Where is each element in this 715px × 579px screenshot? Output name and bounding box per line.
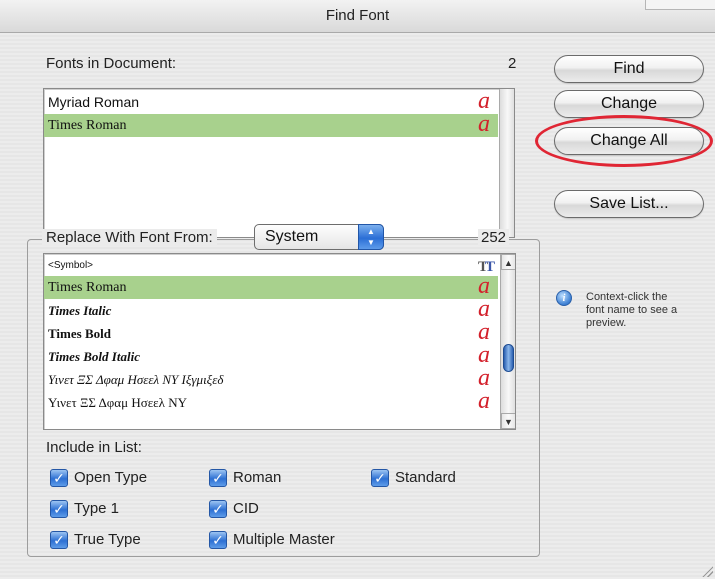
replace-font-list[interactable]: <Symbol> TT Times Roman a Times Italic a… <box>43 253 516 430</box>
font-name: <Symbol> <box>48 260 94 271</box>
replace-with-label: Replace With Font From: <box>42 229 217 246</box>
fonts-in-document-scrollbar[interactable] <box>499 89 514 237</box>
list-item[interactable]: Υινετ ΞΣ Δφαμ Ησεελ ΝΥ a <box>44 388 498 414</box>
window-title: Find Font <box>325 7 390 24</box>
save-list-button[interactable]: Save List... <box>554 190 704 218</box>
font-source-value: System <box>265 228 319 245</box>
find-button[interactable]: Find <box>554 55 704 83</box>
tip-line: font name to see a <box>586 304 678 316</box>
context-click-tip: Context-click the font name to see a pre… <box>586 291 711 330</box>
info-icon: i <box>556 290 572 306</box>
open-type-checkbox[interactable]: ✓ Open Type <box>50 468 147 488</box>
checkmark-icon: ✓ <box>50 469 68 487</box>
popup-arrows-icon: ▲ ▼ <box>358 224 384 250</box>
titlebar-corner <box>645 0 715 10</box>
change-button[interactable]: Change <box>554 90 704 118</box>
cid-label: CID <box>233 500 259 517</box>
replace-font-count: 252 <box>478 229 510 246</box>
scroll-down-arrow-icon[interactable]: ▼ <box>501 413 515 429</box>
include-in-list-label: Include in List: <box>46 439 142 456</box>
font-name: Times Roman <box>48 118 127 133</box>
list-item[interactable]: <Symbol> TT <box>44 256 498 276</box>
resize-grip-icon[interactable] <box>701 565 713 577</box>
type1-checkbox[interactable]: ✓ Type 1 <box>50 499 119 519</box>
list-item[interactable]: Υινετ ΞΣ Δφαμ Ησεελ ΝΥ Ιξγμιξεδ a <box>44 365 498 391</box>
font-source-popup[interactable]: System ▲ ▼ <box>254 224 384 250</box>
checkmark-icon: ✓ <box>371 469 389 487</box>
checkmark-icon: ✓ <box>50 531 68 549</box>
fonts-in-document-count: 2 <box>508 55 517 72</box>
multiple-master-label: Multiple Master <box>233 531 335 548</box>
scroll-up-arrow-icon[interactable]: ▲ <box>501 254 515 270</box>
list-item-selected[interactable]: Times Roman a <box>44 111 498 137</box>
list-item-selected[interactable]: Times Roman a <box>44 273 498 299</box>
multiple-master-checkbox[interactable]: ✓ Multiple Master <box>209 530 335 550</box>
replace-font-scrollbar[interactable]: ▲ ▼ <box>500 254 515 429</box>
font-name: Myriad Roman <box>48 94 140 110</box>
font-name: Times Italic <box>48 303 112 318</box>
list-item[interactable]: Myriad Roman a <box>44 89 498 114</box>
font-name: Υινετ ΞΣ Δφαμ Ησεελ ΝΥ <box>48 395 187 410</box>
standard-checkbox[interactable]: ✓ Standard <box>371 468 456 488</box>
font-type-icon: a <box>478 111 490 137</box>
checkmark-icon: ✓ <box>209 531 227 549</box>
font-name: Υινετ ΞΣ Δφαμ Ησεελ ΝΥ Ιξγμιξεδ <box>48 372 224 387</box>
checkmark-icon: ✓ <box>209 500 227 518</box>
font-name: Times Bold Italic <box>48 349 140 364</box>
open-type-label: Open Type <box>74 469 148 486</box>
checkmark-icon: ✓ <box>209 469 227 487</box>
checkmark-icon: ✓ <box>50 500 68 518</box>
true-type-label: True Type <box>74 531 141 548</box>
window-titlebar: Find Font <box>0 0 715 33</box>
standard-label: Standard <box>395 469 456 486</box>
fonts-in-document-label: Fonts in Document: <box>46 55 177 72</box>
list-item[interactable]: Times Bold Italic a <box>44 342 498 368</box>
roman-checkbox[interactable]: ✓ Roman <box>209 468 281 488</box>
fonts-in-document-list[interactable]: Myriad Roman a Times Roman a <box>43 88 515 238</box>
list-item[interactable]: Times Italic a <box>44 296 498 322</box>
list-item[interactable]: Times Bold a <box>44 319 498 345</box>
cid-checkbox[interactable]: ✓ CID <box>209 499 259 519</box>
highlight-circle <box>535 115 713 167</box>
font-type-icon: a <box>478 388 490 414</box>
tip-line: preview. <box>586 317 627 329</box>
tip-line: Context-click the <box>586 291 668 303</box>
find-font-panel: Fonts in Document: 2 Myriad Roman a Time… <box>0 33 715 579</box>
true-type-checkbox[interactable]: ✓ True Type <box>50 530 141 550</box>
type1-label: Type 1 <box>74 500 120 517</box>
font-name: Times Roman <box>48 280 127 295</box>
scroll-thumb[interactable] <box>503 344 514 372</box>
font-name: Times Bold <box>48 326 111 341</box>
roman-label: Roman <box>233 469 282 486</box>
